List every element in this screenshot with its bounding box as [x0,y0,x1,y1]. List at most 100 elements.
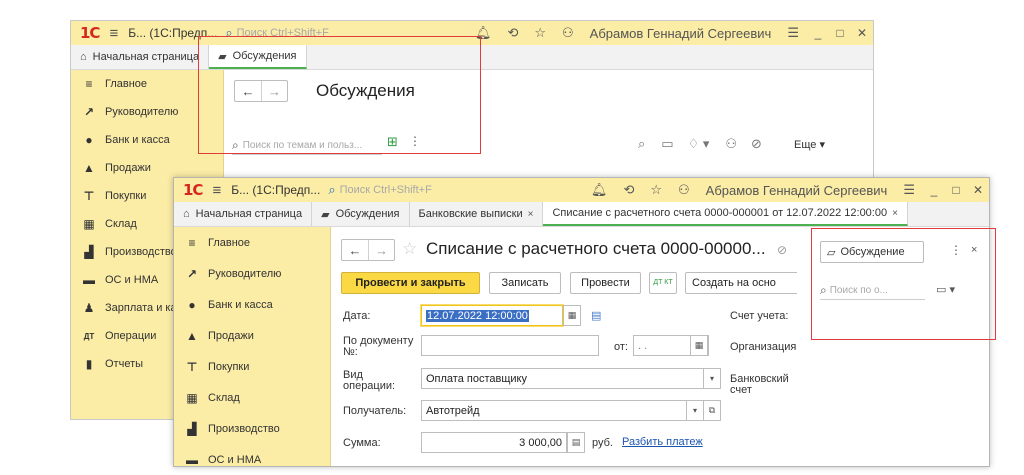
dt-kt-button[interactable]: ДТ КТ [649,272,677,294]
doc-number-field[interactable] [421,335,599,356]
create-based-on-button[interactable]: Создать на осно [685,272,797,294]
recipient-field[interactable]: Автотрейд [421,400,687,421]
post-and-close-button[interactable]: Провести и закрыть [341,272,480,294]
maximize-icon[interactable]: □ [829,26,851,40]
1c-logo[interactable]: 1C [80,24,100,42]
minimize-icon[interactable]: _ [923,183,945,197]
tab-write-off-document[interactable]: Списание с расчетного счета 0000-000001 … [543,202,908,226]
warehouse-icon: ▦ [83,217,95,231]
chevron-down-icon[interactable]: ▾ [686,400,704,421]
bank-account-label: Банковский счет [730,373,789,396]
organization-label: Организация: [730,341,797,353]
write-off-form: ← → ☆ Списание с расчетного счета 0000-0… [331,227,797,466]
bell-icon[interactable]: ♢ ▾ [688,136,710,152]
forward-arrow-icon[interactable]: → [368,240,394,260]
person-icon: ♟ [83,301,95,315]
link-icon[interactable]: ⊘ [777,243,787,257]
account-label: Счет учета: [730,310,789,322]
minimize-icon[interactable]: _ [807,26,829,40]
sidebar-item-production[interactable]: ▟ Производство [174,413,330,444]
close-icon[interactable]: ✕ [967,183,989,197]
discussion-icon: ▰ [321,208,330,221]
post-button[interactable]: Провести [570,272,641,294]
date-label: Дата: [343,310,371,322]
menu-icon[interactable]: ≡ [109,25,118,42]
star-icon[interactable]: ☆ [534,25,546,41]
users-icon[interactable]: ⚇ [562,25,574,41]
factory-icon: ▟ [84,245,94,259]
doc-number-label: По документу №: [343,335,414,358]
nav-buttons: ← → [341,239,395,261]
search-icon[interactable]: ⌕ [638,136,645,152]
sidebar-item-assets[interactable]: ▬ ОС и НМА [174,444,330,475]
back-arrow-icon[interactable]: ← [342,240,368,260]
tab-bar: ⌂ Начальная страница ▰ Обсуждения Банков… [174,202,989,227]
calculator-icon[interactable]: ▤ [567,432,585,453]
title-bar-icons: 🔔︎ ⟲ ☆ ⚇ Абрамов Геннадий Сергеевич ☰ [467,25,807,41]
basket-icon: ⊤ [186,359,198,374]
sidebar-item-sales[interactable]: ▲ Продажи [174,320,330,351]
settings-menu-icon[interactable]: ☰ [903,182,915,198]
more-button[interactable]: Еще ▾ [794,138,825,151]
coin-icon: ● [85,133,93,147]
link-icon[interactable]: ⊘ [751,136,762,152]
menu-icon[interactable]: ≡ [212,182,221,199]
tab-discussions[interactable]: ▰ Обсуждения [312,202,410,226]
users-icon[interactable]: ⚇ [678,182,690,198]
sidebar-item-warehouse[interactable]: ▦ Склад [174,382,330,413]
warehouse-icon: ▦ [186,390,198,405]
operation-type-label: Вид операции: [343,369,396,392]
1c-logo[interactable]: 1C [183,181,203,199]
chevron-down-icon[interactable]: ▾ [703,368,721,389]
maximize-icon[interactable]: □ [945,183,967,197]
history-icon[interactable]: ⟲ [623,182,634,198]
sidebar-item-main[interactable]: ≡ Главное [174,227,330,258]
global-search-input[interactable]: ⌕ Поиск Ctrl+Shift+F [328,181,558,199]
discussion-tools: ⌕ ▭ ♢ ▾ ⚇ ⊘ [638,136,762,152]
tab-home[interactable]: ⌂ Начальная страница [71,45,210,69]
calendar-icon[interactable]: ▦ [563,305,581,326]
page-title: Списание с расчетного счета 0000-00000..… [426,239,766,258]
sidebar-item-manager[interactable]: ↗ Руководителю [174,258,330,289]
close-tab-icon[interactable]: × [892,208,898,219]
menu-icon: ≡ [188,235,196,250]
home-icon: ⌂ [80,51,87,63]
coin-icon: ● [188,297,196,312]
calendar-icon[interactable]: ▦ [690,335,708,356]
users-icon[interactable]: ⚇ [725,136,737,152]
user-name[interactable]: Абрамов Геннадий Сергеевич [590,26,772,41]
basket-icon: ⊤ [83,189,95,203]
factory-icon: ▟ [187,421,197,436]
close-icon[interactable]: ✕ [851,26,873,40]
dt-kt-icon: ДТ [83,331,95,341]
sidebar-item-purchases[interactable]: ⊤ Покупки [174,351,330,382]
star-icon[interactable]: ☆ [650,182,662,198]
settings-menu-icon[interactable]: ☰ [787,25,799,41]
trend-icon: ↗ [186,266,198,281]
sidebar-item-bank[interactable]: ● Банк и касса [174,289,330,320]
menu-icon: ≡ [85,77,93,91]
from-label: от: [614,341,628,353]
status-list-icon[interactable]: ▤ [591,309,601,322]
open-icon[interactable]: ⧉ [703,400,721,421]
save-button[interactable]: Записать [489,272,561,294]
tab-bank-statements[interactable]: Банковские выписки × [410,202,544,226]
sidebar: ≡ Главное ↗ Руководителю ● Банк и касса ▲ Пр… [174,227,331,467]
amount-field[interactable]: 3 000,00 [421,432,567,453]
favorite-star-icon[interactable]: ☆ [402,239,417,259]
bell-icon[interactable]: 🔔︎ [591,182,608,198]
trend-icon: ↗ [83,105,95,119]
date-field[interactable]: 12.07.2022 12:00:00 [421,305,563,326]
highlight-box [198,36,481,154]
close-tab-icon[interactable]: × [528,209,534,220]
amount-label: Сумма: [343,437,381,449]
history-icon[interactable]: ⟲ [507,25,518,41]
cart-icon: ▲ [83,161,95,175]
search-icon: ⌕ [328,182,336,197]
truck-icon: ▬ [186,452,198,467]
video-icon[interactable]: ▭ [661,136,673,152]
operation-type-select[interactable]: Оплата поставщику [421,368,721,389]
user-name[interactable]: Абрамов Геннадий Сергеевич [706,183,888,198]
split-payment-link[interactable]: Разбить платеж [622,436,703,448]
tab-home[interactable]: ⌂ Начальная страница [174,202,313,226]
